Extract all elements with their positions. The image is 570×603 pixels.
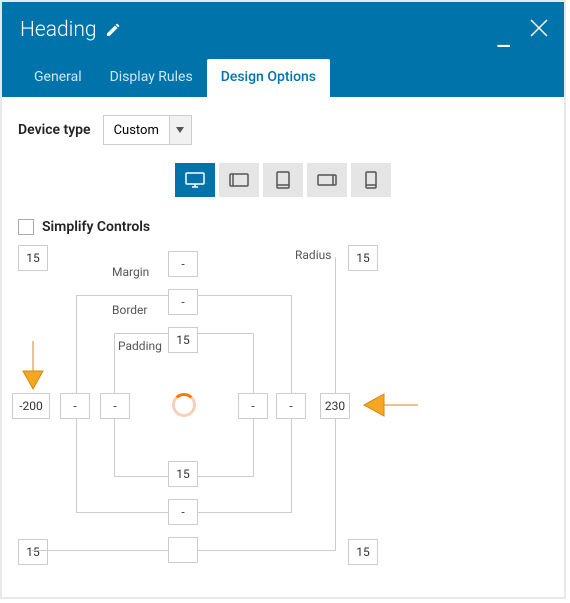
- device-icon-group: [18, 163, 548, 197]
- margin-right-input[interactable]: 230: [320, 393, 350, 419]
- border-top-input[interactable]: -: [168, 289, 198, 315]
- device-desktop-button[interactable]: [175, 163, 215, 197]
- tab-display-rules[interactable]: Display Rules: [96, 59, 207, 97]
- simplify-row: Simplify Controls: [18, 219, 548, 235]
- border-label: Border: [112, 303, 147, 317]
- minimize-button[interactable]: _: [497, 19, 510, 52]
- border-left-input[interactable]: -: [60, 393, 90, 419]
- device-tablet-landscape-button[interactable]: [219, 163, 259, 197]
- simplify-checkbox[interactable]: [18, 219, 34, 235]
- padding-label: Padding: [118, 339, 162, 353]
- device-phone-portrait-button[interactable]: [351, 163, 391, 197]
- window-controls: _: [497, 2, 550, 57]
- padding-right-input[interactable]: -: [238, 393, 268, 419]
- arrow-left-annotation: [20, 341, 46, 391]
- device-type-value: Custom: [104, 116, 169, 144]
- panel-body: Device type Custom: [2, 97, 564, 597]
- radius-bottom-right-input[interactable]: 15: [348, 539, 378, 565]
- radius-top-right-input[interactable]: 15: [348, 245, 378, 271]
- tab-bar: General Display Rules Design Options: [2, 57, 564, 97]
- tab-design-options[interactable]: Design Options: [207, 59, 330, 97]
- close-button[interactable]: [528, 17, 550, 43]
- dropdown-arrow-icon: [169, 116, 191, 144]
- panel-title: Heading: [20, 18, 97, 42]
- padding-top-input[interactable]: 15: [168, 327, 198, 353]
- device-phone-landscape-button[interactable]: [307, 163, 347, 197]
- border-bottom-input[interactable]: -: [168, 499, 198, 525]
- padding-bottom-input[interactable]: 15: [168, 461, 198, 487]
- titlebar: Heading _: [2, 2, 564, 57]
- tab-general[interactable]: General: [20, 59, 96, 97]
- box-model-editor: Radius 15 15 15 15 Margin - -200 230 Bor…: [18, 245, 378, 565]
- device-type-select[interactable]: Custom: [103, 115, 192, 145]
- pencil-icon[interactable]: [105, 22, 121, 38]
- padding-left-input[interactable]: -: [100, 393, 130, 419]
- spinner-icon: [172, 393, 196, 417]
- device-tablet-portrait-button[interactable]: [263, 163, 303, 197]
- margin-top-input[interactable]: -: [168, 251, 198, 277]
- border-right-input[interactable]: -: [276, 393, 306, 419]
- arrow-right-annotation: [362, 391, 418, 419]
- device-type-row: Device type Custom: [18, 115, 548, 145]
- settings-panel: Heading _ General Display Rules Design O…: [0, 0, 566, 599]
- margin-left-input[interactable]: -200: [12, 393, 50, 419]
- simplify-label: Simplify Controls: [42, 219, 150, 235]
- device-type-label: Device type: [18, 122, 91, 138]
- margin-bottom-input[interactable]: [168, 537, 198, 563]
- margin-label: Margin: [112, 265, 149, 279]
